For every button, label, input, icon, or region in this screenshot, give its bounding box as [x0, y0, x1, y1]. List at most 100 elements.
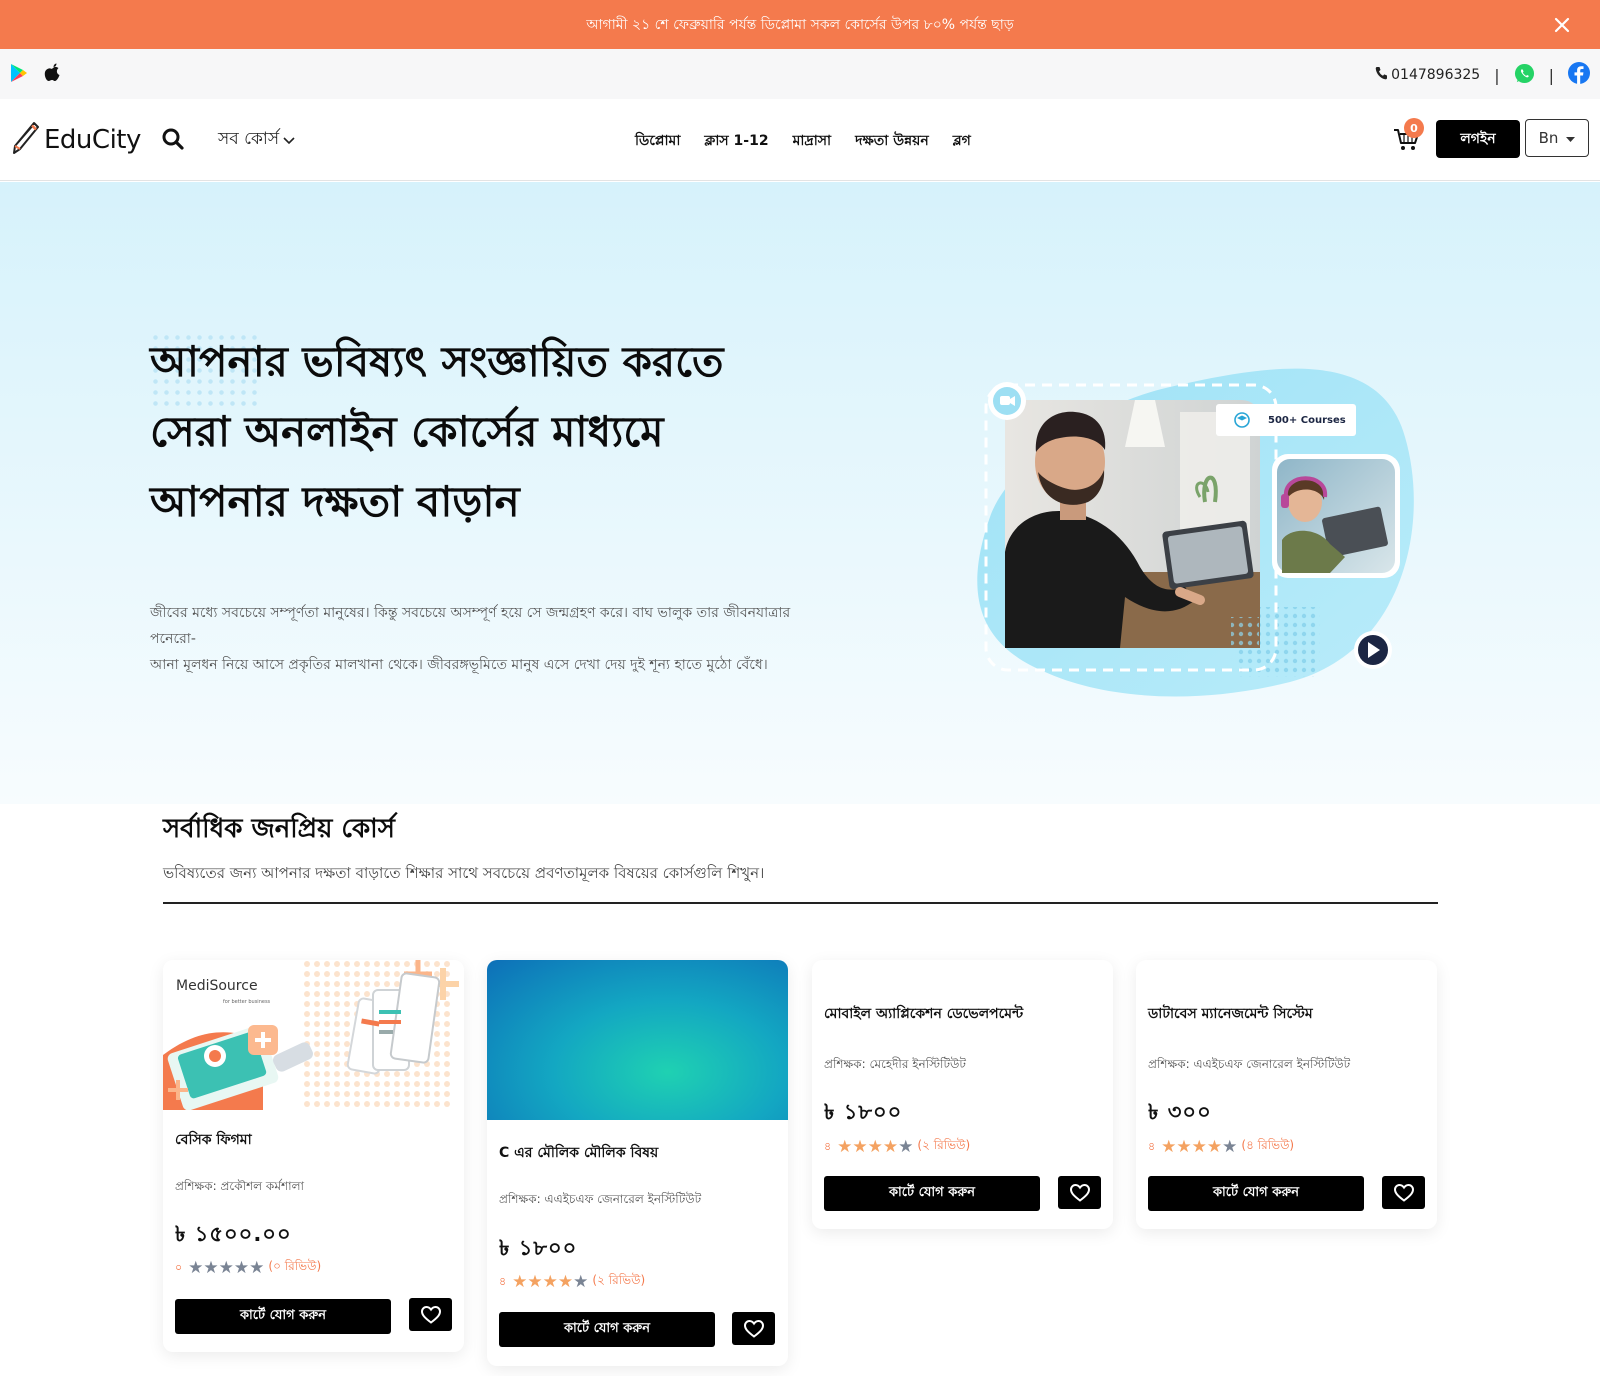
star-icon: ★	[1176, 1136, 1192, 1157]
heart-icon	[1069, 1183, 1090, 1202]
all-courses-label: সব কোর্স	[218, 129, 280, 149]
star-icon: ★	[852, 1136, 868, 1157]
course-title[interactable]: মোবাইল অ্যাপ্লিকেশন ডেভেলপমেন্ট	[824, 1002, 1023, 1026]
announcement-text: আগামী ২১ শে ফেব্রুয়ারি পর্যন্ত ডিপ্লোমা…	[586, 16, 1014, 33]
course-image-logo: MediSource	[176, 978, 258, 994]
star-rating: ★★★★★	[1161, 1136, 1238, 1157]
rating-value: ৪	[824, 1139, 832, 1153]
star-icon: ★	[557, 1271, 574, 1292]
all-courses-dropdown[interactable]: সব কোর্স	[218, 126, 295, 154]
popular-section-subtitle: ভবিষ্যতের জন্য আপনার দক্ষতা বাড়াতে শিক্…	[163, 864, 765, 882]
course-title[interactable]: ডাটাবেস ম্যানেজমেন্ট সিস্টেম	[1148, 1002, 1313, 1026]
nav-link-skill[interactable]: দক্ষতা উন্নয়ন	[855, 129, 929, 153]
login-button[interactable]: লগইন	[1436, 120, 1520, 158]
course-instructor: প্রশিক্ষক: এএইচএফ জেনারেল ইনস্টিটিউট	[1148, 1057, 1351, 1071]
add-to-cart-button[interactable]: কার্টে যোগ করুন	[824, 1176, 1040, 1211]
star-icon: ★	[218, 1257, 234, 1278]
review-count[interactable]: (৪ রিভিউ)	[1241, 1137, 1294, 1157]
play-icon[interactable]	[1354, 631, 1392, 669]
course-card[interactable]: C এর মৌলিক মৌলিক বিষয় প্রশিক্ষক: এএইচএফ…	[487, 960, 788, 1366]
course-rating: ৪ ★★★★★ (২ রিভিউ)	[499, 1272, 645, 1292]
language-dropdown[interactable]: Bn	[1525, 119, 1589, 157]
section-divider	[163, 902, 1438, 904]
review-count[interactable]: (২ রিভিউ)	[917, 1137, 970, 1157]
course-price: ৳ ৩০০	[1148, 1100, 1212, 1124]
course-title[interactable]: C এর মৌলিক মৌলিক বিষয়	[499, 1141, 658, 1165]
add-to-cart-button[interactable]: কার্টে যোগ করুন	[175, 1299, 391, 1334]
hero-title-line: আপনার ভবিষ্যৎ সংজ্ঞায়িত করতে	[150, 337, 724, 386]
rating-value: ৪	[1148, 1139, 1156, 1153]
course-price: ৳ ১৮০০	[499, 1236, 578, 1260]
wishlist-button[interactable]	[1058, 1176, 1101, 1209]
star-icon: ★	[573, 1271, 589, 1292]
course-instructor: প্রশিক্ষক: মেহেদীর ইনস্টিটিউট	[824, 1057, 966, 1071]
announcement-bar: আগামী ২১ শে ফেব্রুয়ারি পর্যন্ত ডিপ্লোমা…	[0, 0, 1600, 49]
logo[interactable]: EduCity	[12, 121, 141, 159]
nav-link-blog[interactable]: ব্লগ	[953, 129, 971, 153]
phone-number[interactable]: 0147896325	[1391, 67, 1480, 83]
add-to-cart-button[interactable]: কার্টে যোগ করুন	[1148, 1176, 1364, 1211]
caret-down-icon	[1566, 129, 1576, 147]
logo-text: EduCity	[44, 125, 141, 155]
divider: |	[1494, 65, 1500, 85]
heart-icon	[1393, 1183, 1414, 1202]
star-rating: ★★★★★	[837, 1136, 913, 1157]
search-icon[interactable]	[160, 126, 186, 152]
rating-value: ৪	[499, 1274, 507, 1288]
course-card[interactable]: MediSource for better business বেসিক ফিগ…	[163, 960, 464, 1352]
google-play-icon[interactable]	[10, 63, 28, 87]
add-to-cart-button[interactable]: কার্টে যোগ করুন	[499, 1312, 715, 1347]
language-label: Bn	[1538, 129, 1559, 147]
heart-icon	[743, 1319, 764, 1338]
course-card[interactable]: মোবাইল অ্যাপ্লিকেশন ডেভেলপমেন্ট প্রশিক্ষ…	[812, 960, 1113, 1229]
close-icon[interactable]	[1550, 13, 1574, 37]
heart-icon	[420, 1305, 441, 1324]
star-rating: ★★★★★	[512, 1271, 589, 1292]
course-image-tagline: for better business	[223, 999, 271, 1005]
course-thumbnail	[487, 960, 788, 1120]
course-instructor: প্রশিক্ষক: এএইচএফ জেনারেল ইনস্টিটিউট	[499, 1192, 702, 1206]
hero-title-line: আপনার দক্ষতা বাড়ান	[150, 477, 520, 526]
star-icon: ★	[527, 1271, 543, 1292]
course-thumbnail: MediSource for better business	[163, 960, 464, 1110]
star-icon: ★	[1161, 1136, 1177, 1157]
star-icon: ★	[882, 1136, 899, 1157]
star-icon: ★	[837, 1136, 853, 1157]
facebook-icon[interactable]	[1568, 62, 1590, 88]
review-count[interactable]: (০ রিভিউ)	[268, 1258, 321, 1278]
hero-description: জীবের মধ্যে সবচেয়ে সম্পূর্ণতা মানুষের। …	[150, 600, 840, 678]
course-instructor: প্রশিক্ষক: প্রকৌশল কর্মশালা	[175, 1179, 304, 1193]
hero-section: আপনার ভবিষ্যৎ সংজ্ঞায়িত করতে সেরা অনলাই…	[0, 182, 1600, 804]
star-icon: ★	[249, 1257, 265, 1278]
star-icon: ★	[1222, 1136, 1238, 1157]
course-rating: ৪ ★★★★★ (২ রিভিউ)	[824, 1137, 970, 1157]
star-icon: ★	[203, 1257, 219, 1278]
star-icon: ★	[867, 1136, 883, 1157]
nav-link-diploma[interactable]: ডিপ্লোমা	[635, 129, 680, 153]
hero-description-line: জীবের মধ্যে সবচেয়ে সম্পূর্ণতা মানুষের। …	[150, 605, 791, 647]
nav-links: ডিপ্লোমা ক্লাস 1-12 মাদ্রাসা দক্ষতা উন্ন…	[635, 129, 971, 153]
nav-link-madrasa[interactable]: মাদ্রাসা	[793, 129, 832, 153]
video-icon	[988, 382, 1026, 420]
course-title[interactable]: বেসিক ফিগমা	[175, 1128, 252, 1152]
pencil-logo-icon	[12, 121, 40, 159]
wishlist-button[interactable]	[732, 1312, 775, 1345]
course-price: ৳ ১৫০০.০০	[175, 1222, 292, 1246]
course-rating: ০ ★★★★★ (০ রিভিউ)	[175, 1258, 321, 1278]
nav-link-class[interactable]: ক্লাস 1-12	[704, 129, 768, 153]
review-count[interactable]: (২ রিভিউ)	[592, 1272, 645, 1292]
star-icon: ★	[1206, 1136, 1223, 1157]
apple-icon[interactable]	[44, 63, 62, 87]
hero-illustration: 500+ Courses	[950, 352, 1440, 712]
star-icon: ★	[188, 1257, 204, 1278]
star-icon: ★	[233, 1257, 250, 1278]
wishlist-button[interactable]	[409, 1298, 452, 1331]
top-contact-bar: 0147896325 | |	[0, 49, 1600, 99]
course-rating: ৪ ★★★★★ (৪ রিভিউ)	[1148, 1137, 1294, 1157]
chevron-down-icon	[283, 130, 295, 150]
star-rating: ★★★★★	[188, 1257, 265, 1278]
course-card[interactable]: ডাটাবেস ম্যানেজমেন্ট সিস্টেম প্রশিক্ষক: …	[1136, 960, 1437, 1229]
whatsapp-icon[interactable]	[1514, 63, 1535, 88]
courses-count-badge: 500+ Courses	[1268, 415, 1346, 426]
wishlist-button[interactable]	[1382, 1176, 1425, 1209]
